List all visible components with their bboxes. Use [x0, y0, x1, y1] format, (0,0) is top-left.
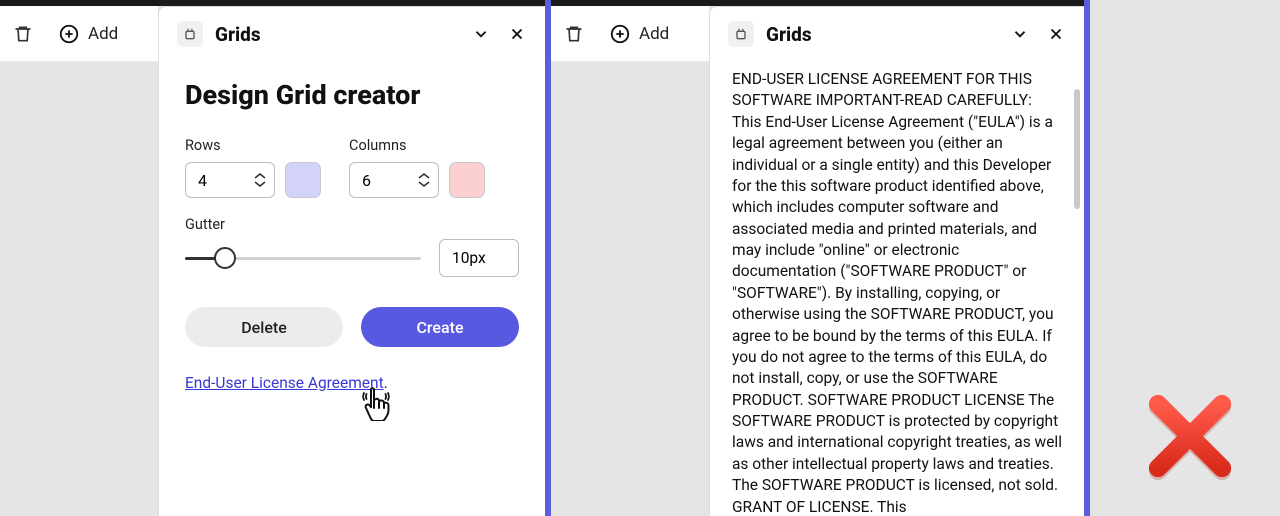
trash-icon[interactable] [563, 23, 585, 45]
rows-stepper[interactable]: 4 [185, 162, 275, 198]
gutter-label: Gutter [185, 216, 519, 233]
app-toolbar: Add [551, 6, 709, 62]
scrollbar-thumb[interactable] [1074, 89, 1080, 209]
rows-value: 4 [198, 171, 254, 190]
app-toolbar: Add [0, 6, 158, 62]
collapse-button[interactable] [471, 24, 491, 44]
plugin-panel: Grids END-USER LICENSE AGREEMENT FOR THI… [709, 6, 1084, 516]
chevron-down-icon[interactable] [418, 180, 430, 188]
add-label: Add [639, 24, 669, 44]
eula-body-text: END-USER LICENSE AGREEMENT FOR THIS SOFT… [730, 69, 1064, 516]
close-button[interactable] [507, 24, 527, 44]
columns-stepper[interactable]: 6 [349, 162, 439, 198]
plugin-icon [177, 21, 203, 47]
page-title: Design Grid creator [185, 79, 519, 111]
plugin-panel: Grids Design Grid creator Rows [158, 6, 545, 516]
delete-label: Delete [241, 318, 287, 337]
add-label: Add [88, 24, 118, 44]
gutter-value-input[interactable]: 10px [439, 239, 519, 277]
close-button[interactable] [1046, 24, 1066, 44]
gutter-slider[interactable] [185, 246, 421, 270]
columns-value: 6 [362, 171, 418, 190]
panel-title: Grids [215, 23, 459, 46]
gutter-value: 10px [452, 249, 486, 267]
eula-link-suffix: . [384, 373, 388, 392]
add-button[interactable]: Add [609, 23, 669, 45]
add-button[interactable]: Add [58, 23, 118, 45]
collapse-button[interactable] [1010, 24, 1030, 44]
chevron-down-icon[interactable] [254, 180, 266, 188]
plugin-icon [728, 21, 754, 47]
columns-color-swatch[interactable] [449, 162, 485, 198]
blank-area [1090, 0, 1280, 516]
slider-thumb[interactable] [214, 247, 236, 269]
create-label: Create [416, 318, 463, 337]
columns-label: Columns [349, 137, 485, 154]
delete-button[interactable]: Delete [185, 307, 343, 347]
rows-label: Rows [185, 137, 321, 154]
trash-icon[interactable] [12, 23, 34, 45]
eula-link[interactable]: End-User License Agreement [185, 374, 384, 392]
create-button[interactable]: Create [361, 307, 519, 347]
chevron-up-icon[interactable] [418, 172, 430, 180]
rows-color-swatch[interactable] [285, 162, 321, 198]
panel-title: Grids [766, 23, 998, 46]
chevron-up-icon[interactable] [254, 172, 266, 180]
